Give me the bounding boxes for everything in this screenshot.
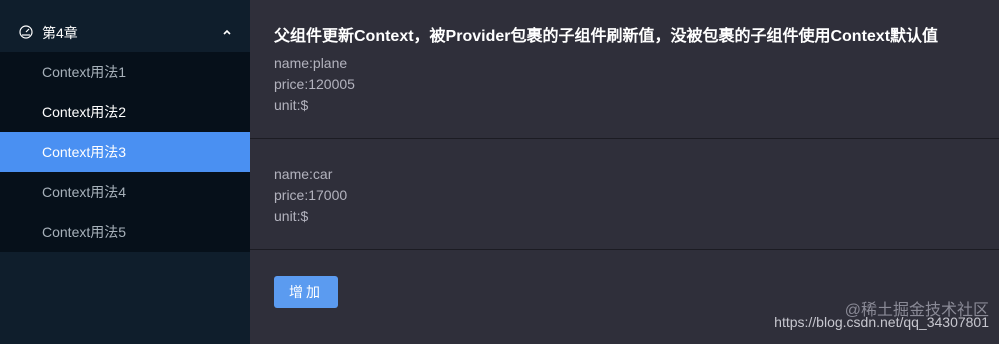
add-button[interactable]: 增加 — [274, 276, 338, 308]
sidebar-item-label: Context用法5 — [42, 224, 127, 240]
sidebar-item-label: Context用法2 — [42, 104, 127, 120]
product-unit: unit:$ — [274, 97, 309, 113]
product-block-default: name:car price:17000 unit:$ — [274, 164, 347, 227]
dashboard-icon — [19, 25, 33, 39]
page-title: 父组件更新Context，被Provider包裹的子组件刷新值，没被包裹的子组件… — [274, 28, 939, 45]
sidebar-item-label: Context用法3 — [42, 144, 127, 160]
menu-group-chapter4[interactable]: 第4章 — [0, 12, 250, 52]
menu-group-label: 第4章 — [42, 25, 78, 41]
sidebar-item-label: Context用法1 — [42, 64, 127, 80]
submenu: Context用法1 Context用法2 Context用法3 Context… — [0, 52, 250, 252]
divider — [250, 249, 999, 250]
sidebar-item-context4[interactable]: Context用法4 — [0, 172, 250, 212]
divider — [250, 138, 999, 139]
product-block-provider: name:plane price:120005 unit:$ — [274, 53, 355, 116]
sidebar-item-context1[interactable]: Context用法1 — [0, 52, 250, 92]
product-price: price:120005 — [274, 76, 355, 92]
chevron-up-icon — [223, 29, 231, 35]
sidebar: 第4章 Context用法1 Context用法2 Context用法3 Con… — [0, 0, 250, 344]
watermark: https://blog.csdn.net/qq_34307801 — [774, 314, 989, 330]
sidebar-item-context3[interactable]: Context用法3 — [0, 132, 250, 172]
sidebar-item-context2[interactable]: Context用法2 — [0, 92, 250, 132]
product-price: price:17000 — [274, 187, 348, 203]
sidebar-item-label: Context用法4 — [42, 184, 127, 200]
sidebar-item-context5[interactable]: Context用法5 — [0, 212, 250, 252]
product-name: name:car — [274, 166, 333, 182]
product-unit: unit:$ — [274, 208, 309, 224]
product-name: name:plane — [274, 55, 348, 71]
main-content: 父组件更新Context，被Provider包裹的子组件刷新值，没被包裹的子组件… — [250, 0, 999, 344]
